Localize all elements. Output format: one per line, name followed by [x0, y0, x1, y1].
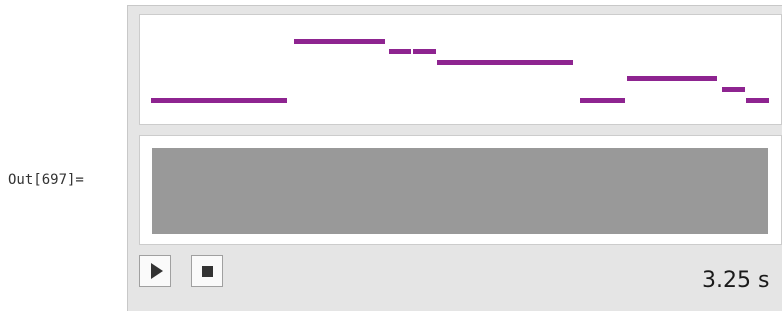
waveform — [152, 148, 768, 234]
note — [294, 39, 385, 44]
output-label: Out[697]= — [8, 172, 84, 188]
note — [437, 60, 573, 65]
note — [627, 76, 717, 81]
piano-roll — [139, 14, 782, 125]
stop-icon — [201, 265, 213, 277]
note — [580, 98, 625, 103]
duration-label: 3.25 s — [702, 268, 770, 293]
note — [389, 49, 411, 54]
note — [746, 98, 769, 103]
waveform-panel — [139, 135, 782, 245]
stop-button[interactable] — [191, 255, 223, 287]
note — [722, 87, 745, 92]
play-icon — [150, 263, 163, 279]
play-button[interactable] — [139, 255, 171, 287]
note — [151, 98, 287, 103]
note — [413, 49, 436, 54]
